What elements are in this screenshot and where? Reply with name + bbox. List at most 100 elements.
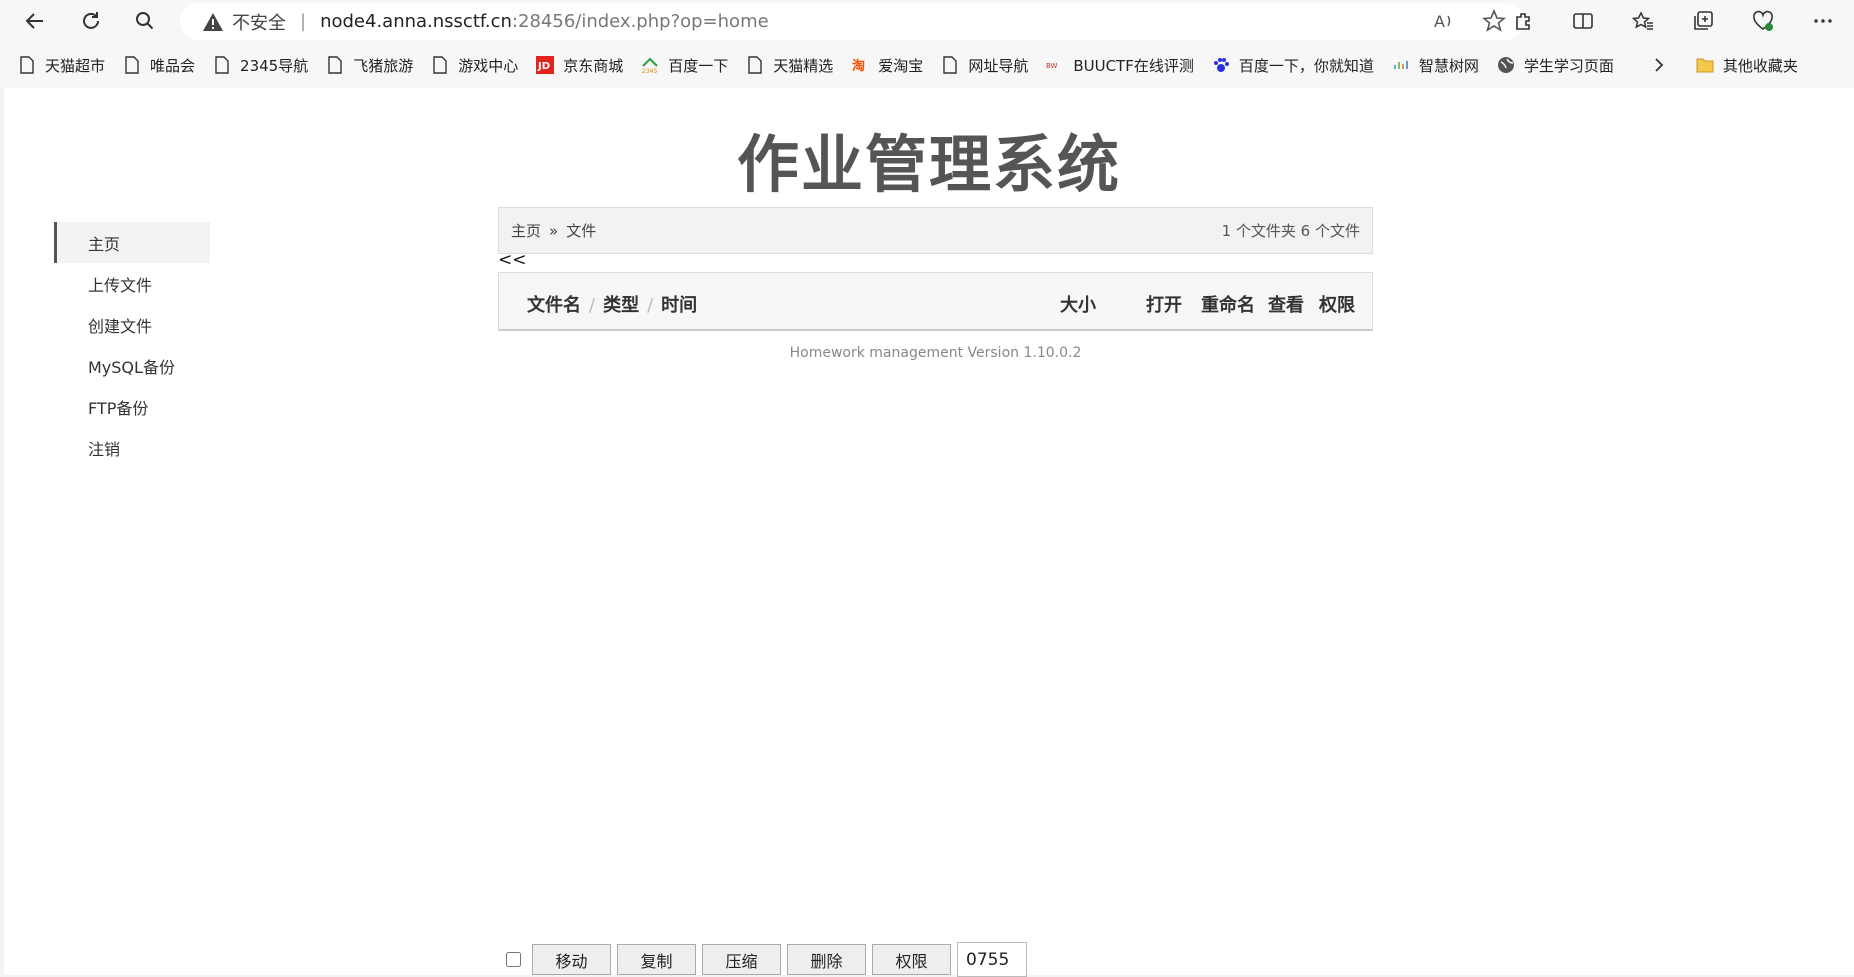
permission-input[interactable]: [957, 942, 1027, 977]
sidebar-item-logout[interactable]: 注销: [54, 427, 210, 468]
collections-icon[interactable]: [1688, 6, 1718, 36]
svg-text:淘: 淘: [852, 58, 865, 74]
other-bookmarks-folder[interactable]: 其他收藏夹: [1696, 55, 1798, 76]
page-icon: [123, 55, 141, 75]
breadcrumb-separator: »: [549, 221, 559, 240]
header-separator: /: [647, 295, 654, 316]
sidebar-item-create-file[interactable]: 创建文件: [54, 304, 210, 345]
bookmark-item[interactable]: 智慧树网: [1392, 55, 1479, 76]
bookmark-item[interactable]: JD 京东商城: [536, 55, 623, 76]
bookmark-label[interactable]: 唯品会: [150, 55, 195, 76]
bookmark-label[interactable]: 百度一下，你就知道: [1239, 55, 1374, 76]
back-arrow-icon[interactable]: [20, 6, 50, 36]
more-menu-icon[interactable]: [1808, 6, 1838, 36]
header-permission: 权限: [1319, 295, 1355, 316]
sidebar-item-home[interactable]: 主页: [54, 222, 210, 263]
url-path[interactable]: :28456/index.php?op=home: [512, 11, 769, 32]
warning-icon[interactable]: [202, 11, 224, 33]
permission-button[interactable]: 权限: [872, 944, 951, 975]
bookmark-label[interactable]: 爱淘宝: [878, 55, 923, 76]
browser-essentials-icon[interactable]: [1748, 6, 1778, 36]
globe-icon: [1497, 55, 1515, 75]
reload-icon[interactable]: [76, 6, 106, 36]
other-bookmarks-label[interactable]: 其他收藏夹: [1723, 55, 1798, 76]
header-view: 查看: [1268, 295, 1304, 316]
header-separator: /: [589, 295, 596, 316]
split-screen-icon[interactable]: [1568, 6, 1598, 36]
version-footer: Homework management Version 1.10.0.2: [789, 345, 1082, 361]
page-content: 作业管理系统 主页 上传文件 创建文件 MySQL备份 FTP备份 注销 主页 …: [4, 88, 1854, 977]
svg-text:2345: 2345: [642, 68, 657, 74]
page-icon: [941, 55, 959, 75]
buu-icon: BW: [1046, 55, 1064, 75]
bookmark-label[interactable]: 2345导航: [240, 55, 308, 76]
read-aloud-icon[interactable]: A: [1432, 9, 1456, 38]
bookmark-item[interactable]: 天猫精选: [746, 55, 833, 76]
bookmarks-bar: 天猫超市 唯品会 2345导航 飞猪旅游 游戏中心 JD 京东商城 2345 百度一…: [0, 42, 1854, 88]
sort-by-name[interactable]: 文件名: [527, 295, 581, 316]
bookmark-item[interactable]: 游戏中心: [431, 55, 518, 76]
bookmark-label[interactable]: 京东商城: [563, 55, 623, 76]
bookmark-label[interactable]: 游戏中心: [458, 55, 518, 76]
sidebar-item-ftp-backup[interactable]: FTP备份: [54, 386, 210, 427]
bookmark-label[interactable]: 天猫精选: [773, 55, 833, 76]
bookmark-label[interactable]: 学生学习页面: [1524, 55, 1614, 76]
sort-by-size[interactable]: 大小: [1060, 291, 1096, 317]
page-icon: [326, 55, 344, 75]
bookmark-item[interactable]: 网址导航: [941, 55, 1028, 76]
browser-toolbar: 不安全 | node4.anna.nssctf.cn:28456/index.p…: [0, 0, 1854, 42]
header-open: 打开: [1146, 295, 1182, 316]
address-divider: |: [300, 11, 307, 32]
bookmarks-overflow-chevron-icon[interactable]: [1652, 56, 1666, 74]
sort-by-type[interactable]: 类型: [603, 295, 639, 316]
bookmark-label[interactable]: 网址导航: [968, 55, 1028, 76]
sort-by-time[interactable]: 时间: [661, 295, 697, 316]
compress-button[interactable]: 压缩: [702, 944, 781, 975]
bookmark-item[interactable]: 学生学习页面: [1497, 55, 1614, 76]
url-host[interactable]: node4.anna.nssctf.cn: [320, 11, 512, 32]
2345-icon: 2345: [641, 55, 659, 75]
sidebar-item-upload[interactable]: 上传文件: [54, 263, 210, 304]
svg-text:A: A: [1434, 12, 1445, 31]
bookmark-item[interactable]: 飞猪旅游: [326, 55, 413, 76]
jd-icon: JD: [536, 55, 555, 75]
sort-group: 文件名 / 类型 / 时间: [527, 291, 697, 317]
bookmark-label[interactable]: BUUCTF在线评测: [1073, 55, 1194, 76]
sidebar-item-mysql-backup[interactable]: MySQL备份: [54, 345, 210, 386]
bookmark-item[interactable]: BW BUUCTF在线评测: [1046, 55, 1194, 76]
bookmark-item[interactable]: 淘爱淘宝: [851, 55, 923, 76]
back-link[interactable]: <<: [498, 250, 527, 270]
bookmark-item[interactable]: 2345 百度一下: [641, 55, 728, 76]
insecure-label[interactable]: 不安全: [232, 9, 286, 35]
folder-icon: [1696, 55, 1714, 75]
header-rename: 重命名: [1201, 295, 1255, 316]
page-icon: [431, 55, 449, 75]
bookmark-label[interactable]: 百度一下: [668, 55, 728, 76]
svg-text:JD: JD: [537, 61, 550, 72]
copy-button[interactable]: 复制: [617, 944, 696, 975]
address-bar[interactable]: 不安全 | node4.anna.nssctf.cn:28456/index.p…: [180, 3, 1524, 40]
bookmark-label[interactable]: 天猫超市: [45, 55, 105, 76]
select-all-checkbox[interactable]: [506, 952, 521, 967]
extensions-icon[interactable]: [1508, 6, 1538, 36]
bulk-actions: 移动 复制 压缩 删除 权限: [506, 942, 1027, 977]
page-icon: [18, 55, 36, 75]
zhihuishu-icon: [1392, 55, 1410, 75]
svg-text:BW: BW: [1046, 62, 1058, 70]
bookmark-item[interactable]: 2345导航: [213, 55, 308, 76]
bookmark-item[interactable]: 百度一下，你就知道: [1212, 55, 1374, 76]
breadcrumb-home[interactable]: 主页: [511, 220, 541, 241]
page-title: 作业管理系统: [736, 128, 1121, 201]
baidu-icon: [1212, 55, 1230, 75]
search-icon[interactable]: [130, 6, 160, 36]
item-counts: 1 个文件夹 6 个文件: [1221, 222, 1360, 240]
move-button[interactable]: 移动: [532, 944, 611, 975]
page-icon: [213, 55, 231, 75]
bookmark-item[interactable]: 天猫超市: [18, 55, 105, 76]
bookmark-label[interactable]: 飞猪旅游: [353, 55, 413, 76]
bookmark-item[interactable]: 唯品会: [123, 55, 195, 76]
favorites-icon[interactable]: [1628, 6, 1658, 36]
page-icon: [746, 55, 764, 75]
delete-button[interactable]: 删除: [787, 944, 866, 975]
bookmark-label[interactable]: 智慧树网: [1419, 55, 1479, 76]
